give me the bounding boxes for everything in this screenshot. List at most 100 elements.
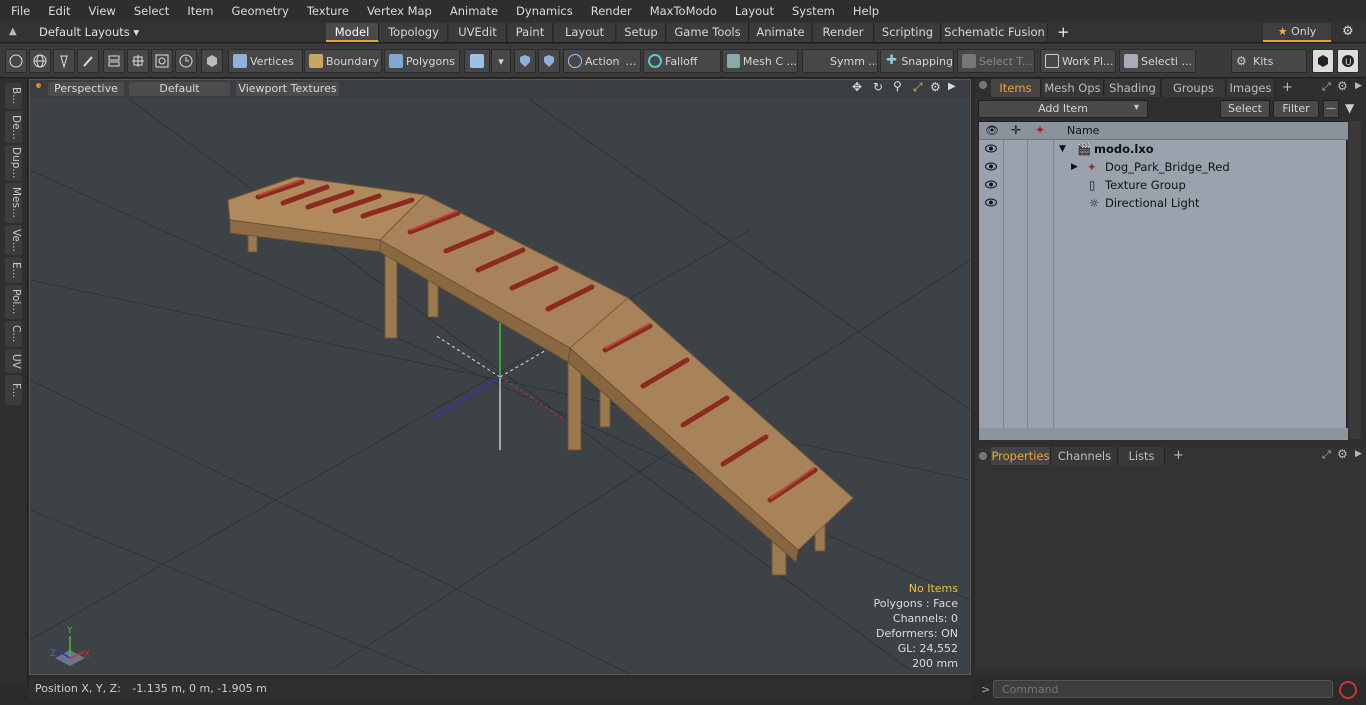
zoom-icon[interactable]: ⚲ (893, 80, 902, 93)
tab-groups[interactable]: Groups (1162, 79, 1226, 97)
play-icon[interactable]: ▶ (1355, 81, 1362, 91)
cube-icon[interactable] (201, 49, 223, 73)
menu-edit[interactable]: Edit (37, 0, 77, 22)
maximize-icon[interactable]: ⤢ (1322, 80, 1331, 94)
play-icon[interactable]: ▶ (948, 81, 956, 92)
collapse-icon[interactable]: ▲ (9, 26, 17, 37)
add-tab-button[interactable]: + (1282, 80, 1293, 95)
menu-texture[interactable]: Texture (296, 0, 356, 22)
menu-file[interactable]: File (0, 0, 37, 22)
eye-icon[interactable] (985, 198, 997, 207)
tab-properties[interactable]: Properties (991, 447, 1051, 465)
globe-icon[interactable] (29, 49, 51, 73)
gear-icon[interactable]: ⚙ (1337, 447, 1348, 461)
record-icon[interactable] (1339, 681, 1357, 699)
modo-cube-icon[interactable] (1312, 49, 1334, 73)
maximize-icon[interactable]: ⤢ (1322, 448, 1331, 462)
layout-dropdown[interactable]: Default Layouts ▾ (39, 25, 139, 39)
menu-vertex-map[interactable]: Vertex Map (356, 0, 439, 22)
kits-button[interactable]: ⚙ Kits (1231, 49, 1307, 73)
shading-style-button[interactable]: Default (129, 82, 230, 96)
menu-layout[interactable]: Layout (724, 0, 781, 22)
filter-button[interactable]: Filter (1273, 100, 1319, 118)
grid-icon[interactable] (127, 49, 149, 73)
vtab-deform[interactable]: De... (5, 111, 22, 143)
eye-icon[interactable] (985, 144, 997, 153)
vtab-fusion[interactable]: F... (5, 375, 22, 405)
vtab-edge[interactable]: E... (5, 257, 22, 283)
vtab-polygon[interactable]: Pol... (5, 285, 22, 319)
menu-geometry[interactable]: Geometry (221, 0, 296, 22)
snapping-button[interactable]: ✚ Snapping (880, 49, 954, 73)
tab-mesh-ops[interactable]: Mesh Ops (1042, 79, 1104, 97)
mesh-constraint-button[interactable]: Mesh C ... (722, 49, 798, 73)
polygons-button[interactable]: Polygons (384, 49, 460, 73)
tab-animate[interactable]: Animate (750, 23, 812, 42)
boundary-button[interactable]: Boundary (304, 49, 382, 73)
collapse-icon[interactable]: — (1323, 100, 1339, 118)
tab-uvedit[interactable]: UVEdit (449, 23, 507, 42)
clock-icon[interactable] (175, 49, 197, 73)
menu-item[interactable]: Item (176, 0, 220, 22)
vertices-button[interactable]: Vertices (228, 49, 303, 73)
brush-icon[interactable] (77, 49, 99, 73)
shield-check-icon[interactable] (538, 49, 560, 73)
tab-model[interactable]: Model (326, 23, 379, 42)
gear-icon[interactable]: ⚙ (930, 80, 941, 94)
tab-layout[interactable]: Layout (554, 23, 616, 42)
vertical-scrollbar[interactable] (1349, 121, 1361, 439)
pen-icon[interactable] (53, 49, 75, 73)
add-tab-button[interactable]: + (1057, 23, 1070, 41)
list-item[interactable]: ▶ ✦ Dog_Park_Bridge_Red (979, 158, 1348, 176)
circle-select-icon[interactable] (5, 49, 27, 73)
vtab-mesh-edit[interactable]: Mes... (5, 183, 22, 223)
menu-render[interactable]: Render (580, 0, 639, 22)
vtab-vertex[interactable]: Ve... (5, 225, 22, 255)
gear-icon[interactable]: ⚙ (1337, 79, 1348, 93)
tab-topology[interactable]: Topology (380, 23, 448, 42)
falloff-button[interactable]: Falloff (643, 49, 721, 73)
select-button[interactable]: Select (1220, 100, 1270, 118)
view-type-button[interactable]: Perspective (48, 82, 124, 96)
funnel-icon[interactable]: ▼ (1345, 101, 1354, 115)
align-icon[interactable] (103, 49, 125, 73)
list-item[interactable]: ☼ Directional Light (979, 194, 1348, 212)
menu-view[interactable]: View (78, 0, 123, 22)
menu-dynamics[interactable]: Dynamics (505, 0, 580, 22)
horizontal-scrollbar[interactable] (979, 428, 1348, 440)
unreal-icon[interactable]: U (1337, 49, 1359, 73)
vtab-uv[interactable]: UV (5, 349, 22, 373)
add-item-button[interactable]: Add Item (978, 100, 1148, 118)
rotate-icon[interactable]: ↻ (873, 80, 883, 94)
pan-icon[interactable]: ✥ (852, 80, 862, 94)
menu-maxtomodo[interactable]: MaxToModo (639, 0, 724, 22)
tab-channels[interactable]: Channels (1052, 447, 1118, 465)
tab-render[interactable]: Render (813, 23, 874, 42)
vtab-duplicate[interactable]: Dup... (5, 145, 22, 181)
menu-animate[interactable]: Animate (439, 0, 505, 22)
vtab-basic[interactable]: B... (5, 83, 22, 109)
tab-lists[interactable]: Lists (1119, 447, 1165, 465)
vtab-curve[interactable]: C... (5, 321, 22, 347)
list-item[interactable]: ▼ 🎬 modo.lxo (979, 140, 1348, 158)
tab-game-tools[interactable]: Game Tools (667, 23, 749, 42)
tab-scripting[interactable]: Scripting (875, 23, 941, 42)
chevron-down-icon[interactable]: ▾ (1134, 102, 1139, 113)
selection-sets-button[interactable]: Selecti ... (1119, 49, 1196, 73)
menu-system[interactable]: System (781, 0, 842, 22)
chevron-down-icon[interactable]: ▾ (491, 49, 511, 73)
3d-viewport[interactable]: Y X Z Perspective Default Viewport Textu… (29, 79, 971, 675)
viewport-textures-button[interactable]: Viewport Textures (236, 82, 339, 96)
list-item[interactable]: ▯ Texture Group (979, 176, 1348, 194)
eye-icon[interactable] (985, 162, 997, 171)
expand-icon[interactable]: ▼ (1059, 140, 1066, 158)
action-button[interactable]: Action… (563, 49, 641, 73)
tab-paint[interactable]: Paint (508, 23, 553, 42)
tab-images[interactable]: Images (1227, 79, 1275, 97)
add-tab-button[interactable]: + (1173, 448, 1184, 463)
eye-icon[interactable] (985, 180, 997, 189)
item-mode-icon[interactable] (464, 49, 490, 73)
menu-select[interactable]: Select (123, 0, 176, 22)
select-through-button[interactable]: Select T... (957, 49, 1035, 73)
command-input[interactable] (993, 680, 1333, 698)
